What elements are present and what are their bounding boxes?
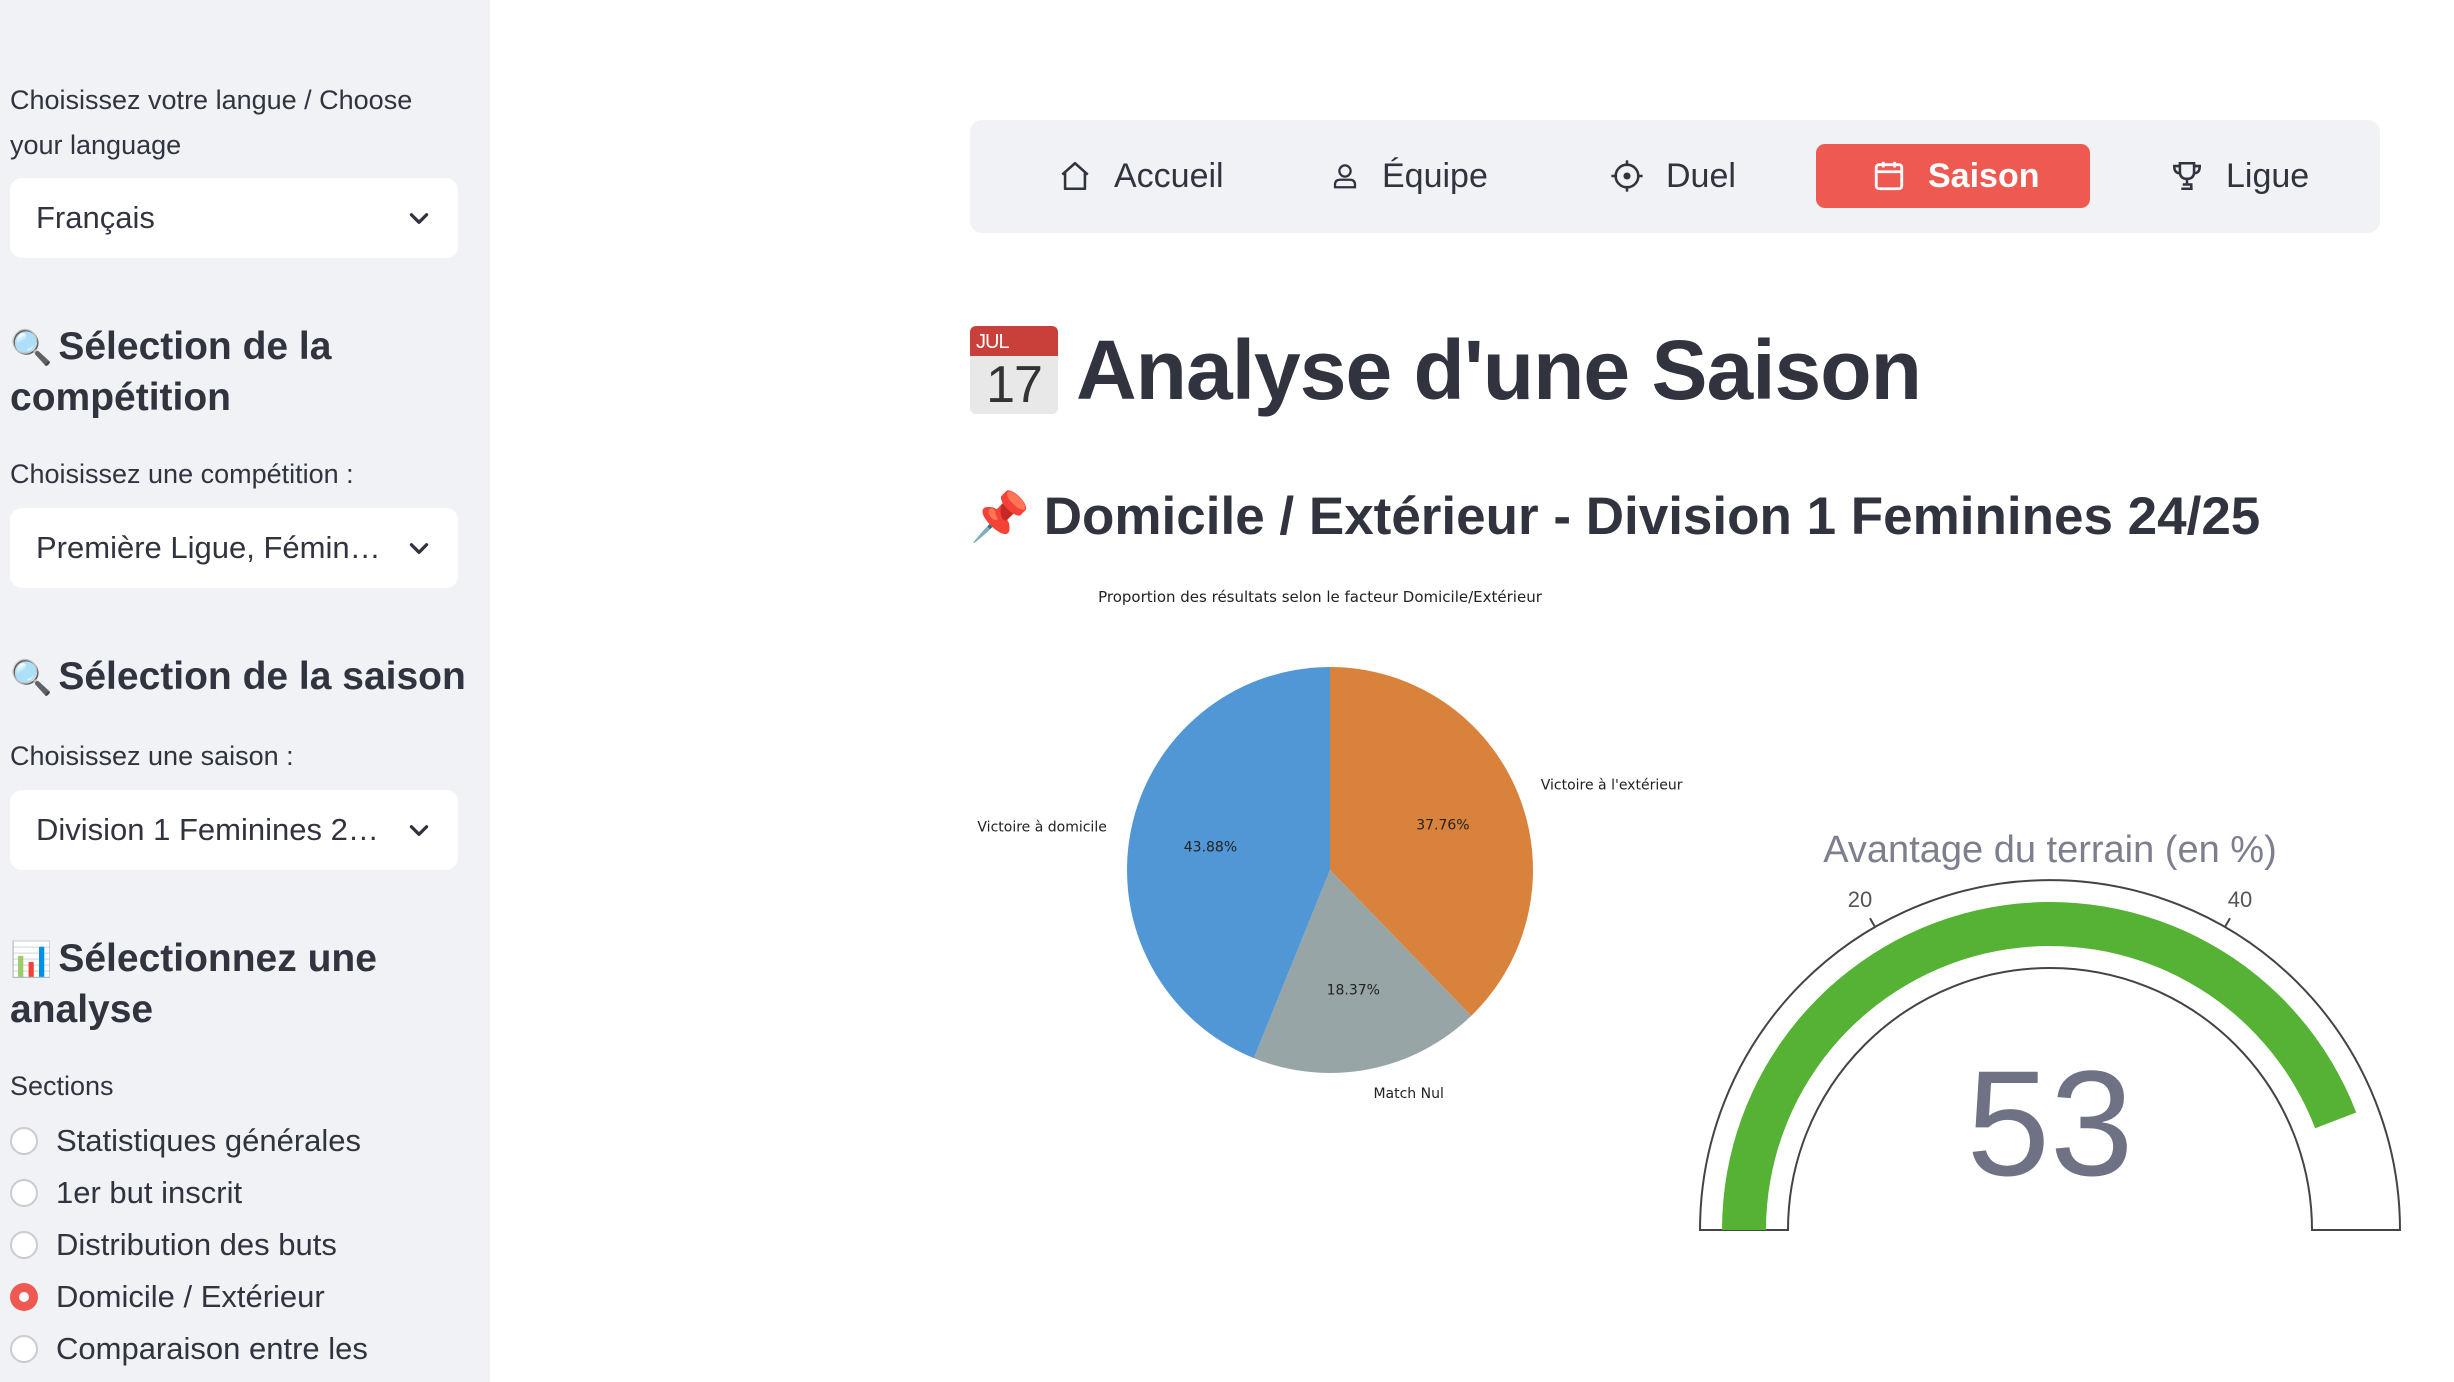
season-heading-text: Sélection de la saison: [58, 655, 466, 698]
section-option-label: Statistiques générales: [56, 1123, 362, 1158]
gauge-tick: [1869, 917, 1876, 928]
sidebar: Choisissez votre langue / Choose your la…: [0, 0, 490, 1382]
pie-category-label: Victoire à l'extérieur: [1541, 778, 1683, 794]
competition-label: Choisissez une compétition :: [10, 459, 354, 489]
chevron-down-icon: [409, 213, 429, 224]
radio-button[interactable]: [10, 1231, 38, 1259]
nav-item-equipe[interactable]: Équipe: [1330, 144, 1488, 208]
pie-title: Proportion des résultats selon le facteu…: [1098, 588, 1543, 606]
gauge-value: 53: [1967, 1039, 2134, 1207]
gauge-svg: Avantage du terrain (en %) 20 40 53: [1698, 829, 2402, 1231]
section-subtitle-text: Domicile / Extérieur - Division 1 Femini…: [1043, 486, 2261, 546]
nav-label: Ligue: [2226, 156, 2310, 195]
season-select[interactable]: Division 1 Feminines 2…: [10, 790, 458, 870]
gauge-tick-label: 40: [2228, 887, 2252, 912]
section-subtitle: 📌 Domicile / Extérieur - Division 1 Femi…: [970, 486, 2260, 546]
section-option-label: Domicile / Extérieur: [56, 1279, 325, 1314]
top-nav: Accueil Équipe Duel Saison Ligue: [970, 120, 2380, 233]
nav-item-saison[interactable]: Saison: [1816, 144, 2090, 208]
nav-item-duel[interactable]: Duel: [1610, 144, 1736, 208]
nav-label: Équipe: [1382, 156, 1488, 195]
target-icon: [1611, 160, 1643, 192]
gauge-title: Avantage du terrain (en %): [1823, 829, 2276, 871]
pie-percent-label: 37.76%: [1416, 817, 1469, 833]
analysis-heading: 📊 Sélectionnez une analyse: [10, 934, 470, 1034]
magnifier-icon: 🔍: [10, 329, 53, 367]
pie-chart: Proportion des résultats selon le facteu…: [970, 580, 1690, 1102]
radio-button[interactable]: [10, 1335, 38, 1363]
section-option-label: Distribution des buts: [56, 1227, 337, 1262]
gauge-tick-label: 20: [1848, 887, 1872, 912]
section-option-label: 1er but inscrit: [56, 1175, 243, 1210]
competition-heading: 🔍 Sélection de la compétition: [10, 322, 470, 422]
home-icon: [1061, 161, 1089, 191]
page-title: JUL 17 Analyse d'une Saison: [970, 322, 1922, 418]
pie-percent-label: 43.88%: [1184, 840, 1237, 856]
pie-category-label: Match Nul: [1373, 1086, 1443, 1100]
language-select-value: Français: [36, 200, 155, 235]
section-option-label: Comparaison entre les: [56, 1331, 368, 1366]
user-icon: [1333, 164, 1357, 189]
bar-chart-icon: 📊: [10, 941, 53, 979]
language-label: Choisissez votre langue / Choose your la…: [10, 85, 413, 160]
nav-label: Duel: [1666, 156, 1736, 195]
pie-category-label: Victoire à domicile: [977, 820, 1106, 836]
sections-label: Sections: [10, 1071, 114, 1101]
radio-button[interactable]: [10, 1179, 38, 1207]
section-option[interactable]: Statistiques générales: [10, 1118, 361, 1164]
pushpin-icon: 📌: [970, 490, 1030, 544]
section-option[interactable]: Distribution des buts: [10, 1222, 337, 1268]
season-label: Choisissez une saison :: [10, 741, 294, 771]
competition-heading-text: Sélection de la compétition: [10, 325, 332, 419]
nav-item-ligue[interactable]: Ligue: [2170, 144, 2309, 208]
calendar-emoji-icon: JUL 17: [970, 326, 1058, 414]
magnifier-icon: 🔍: [10, 659, 53, 697]
pie-percent-label: 18.37%: [1327, 983, 1380, 999]
chevron-down-icon: [409, 825, 429, 836]
analysis-heading-text: Sélectionnez une analyse: [10, 937, 377, 1031]
nav-item-accueil[interactable]: Accueil: [1058, 144, 1224, 208]
language-select[interactable]: Français: [10, 178, 458, 258]
calendar-day: 17: [986, 356, 1043, 414]
competition-select-value: Première Ligue, Fémin…: [36, 530, 381, 565]
gauge-chart: Avantage du terrain (en %) 20 40 53: [1680, 810, 2420, 1250]
calendar-month: JUL: [970, 326, 1058, 356]
section-option-selected[interactable]: Domicile / Extérieur: [10, 1274, 325, 1320]
radio-button-selected[interactable]: [10, 1283, 38, 1311]
radio-button[interactable]: [10, 1127, 38, 1155]
page-title-text: Analyse d'une Saison: [1076, 322, 1922, 417]
competition-select[interactable]: Première Ligue, Fémin…: [10, 508, 458, 588]
chevron-down-icon: [409, 543, 429, 554]
nav-label: Saison: [1928, 156, 2040, 195]
section-option[interactable]: 1er but inscrit: [10, 1170, 242, 1216]
nav-label: Accueil: [1114, 156, 1224, 195]
trophy-icon: [2172, 161, 2202, 191]
season-heading: 🔍 Sélection de la saison: [10, 652, 470, 703]
section-option[interactable]: Comparaison entre les: [10, 1326, 368, 1372]
season-select-value: Division 1 Feminines 2…: [36, 812, 379, 847]
gauge-tick: [2224, 917, 2231, 928]
calendar-icon: [1874, 161, 1904, 191]
pie-chart-svg: Proportion des résultats selon le facteu…: [977, 588, 1683, 1102]
